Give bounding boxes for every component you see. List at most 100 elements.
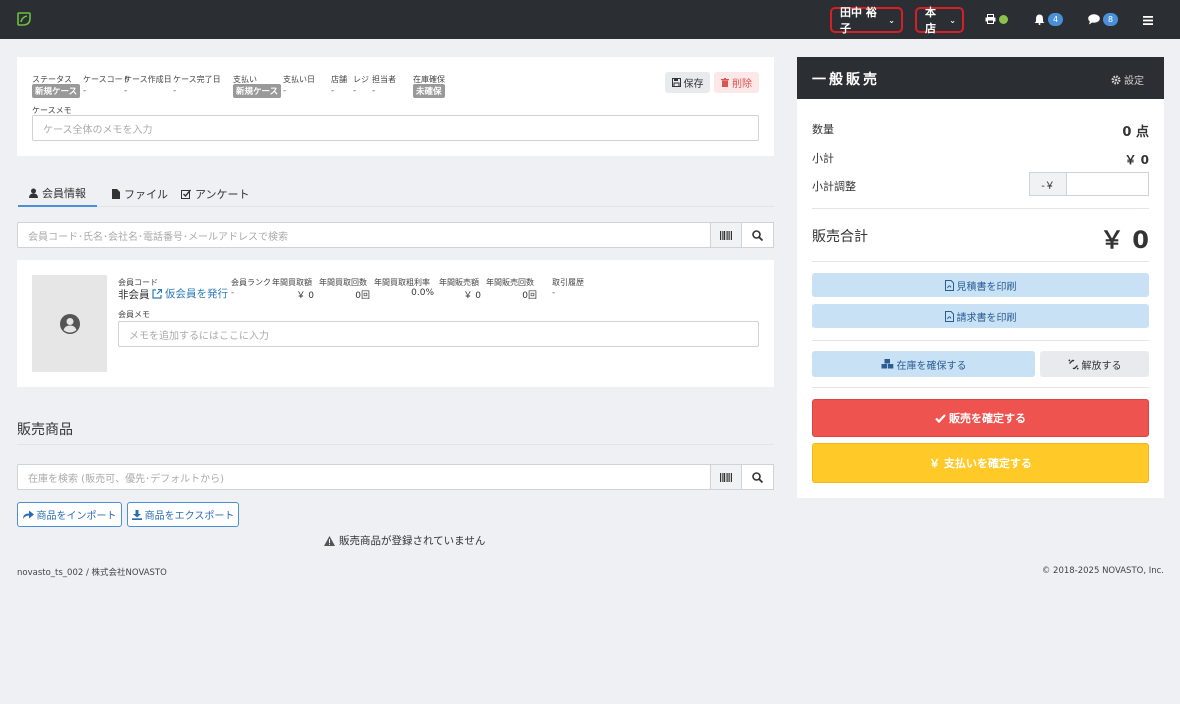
chevron-down-icon: ⌄ [949, 15, 956, 25]
user-menu-button[interactable]: 田中 裕子 ⌄ [830, 6, 903, 35]
barcode-scan-button[interactable] [710, 222, 742, 248]
sale-settings-button[interactable]: 設定 [1111, 72, 1144, 87]
messages-button[interactable]: 8 [1088, 11, 1119, 27]
notification-count-badge: 4 [1048, 12, 1064, 26]
case-memo-textarea[interactable]: ケース全体のメモを入力 [32, 115, 759, 141]
annual-purchase-margin-label: 年間買取粗利率 [374, 278, 430, 287]
sale-divider-4 [812, 387, 1149, 388]
user-circle-icon [59, 313, 80, 334]
reserve-stock-button[interactable]: 在庫を確保する [812, 351, 1035, 377]
footer-account: novasto_ts_002 / 株式会社NOVASTO [17, 568, 167, 578]
pdf-file-icon [944, 310, 954, 322]
member-code-value: 非会員 [118, 289, 150, 301]
product-search-button[interactable] [741, 464, 774, 490]
products-divider [17, 444, 774, 445]
sale-total-label: 販売合計 [812, 229, 868, 245]
sale-panel-title: 一般販売 [812, 72, 880, 88]
subtotal-adjust-input[interactable] [1066, 172, 1149, 196]
register-value: - [353, 86, 357, 96]
payment-date-value: - [283, 86, 287, 96]
file-icon [112, 189, 120, 199]
empty-products-message: 販売商品が登録されていません [324, 533, 485, 548]
gear-icon [1111, 75, 1121, 84]
hamburger-menu-icon[interactable] [1143, 15, 1153, 28]
product-barcode-button[interactable] [710, 464, 742, 490]
search-icon [752, 471, 763, 483]
share-arrow-icon [22, 510, 34, 519]
app-logo-icon[interactable] [16, 11, 32, 30]
member-avatar [32, 275, 107, 372]
member-memo-label: 会員メモ [118, 310, 150, 319]
unlink-icon [1067, 358, 1079, 370]
sale-divider-1 [812, 208, 1149, 209]
barcode-icon [720, 472, 732, 482]
member-search-input[interactable]: 会員コード･氏名･会社名･電話番号･メールアドレスで検索 [17, 222, 711, 248]
import-products-button[interactable]: 商品をインポート [17, 502, 122, 527]
products-heading: 販売商品 [17, 422, 73, 438]
staff-label: 担当者 [372, 75, 396, 84]
sale-total-value: ￥ 0 [1099, 226, 1149, 254]
annual-sales-value: ￥ 0 [463, 291, 481, 301]
member-search-button[interactable] [741, 222, 774, 248]
notifications-button[interactable]: 4 [1034, 11, 1064, 27]
payment-status-badge: 新規ケース [233, 84, 282, 98]
annual-sales-count-value: 0回 [522, 291, 537, 301]
store-menu-button[interactable]: 本店 ⌄ [915, 6, 964, 35]
issue-temp-member-link[interactable]: 仮会員を発行 [152, 286, 228, 301]
tab-files[interactable]: ファイル [112, 181, 168, 207]
printer-status-dot [999, 14, 1008, 24]
print-invoice-button[interactable]: 請求書を印刷 [812, 304, 1149, 328]
cubes-icon [881, 359, 893, 369]
save-icon [671, 78, 681, 87]
chevron-down-icon: ⌄ [888, 15, 895, 25]
tab-member-info[interactable]: 会員情報 [18, 181, 97, 207]
quantity-label: 数量 [812, 123, 834, 136]
subtotal-adjust-label: 小計調整 [812, 180, 856, 193]
printer-status-button[interactable] [985, 11, 1008, 27]
case-completed-value: - [173, 86, 177, 96]
member-rank-value: - [231, 288, 235, 298]
user-name: 田中 裕子 [840, 6, 877, 35]
annual-purchase-value: ￥ 0 [296, 291, 314, 301]
confirm-payment-button[interactable]: ￥ 支払いを確定する [812, 443, 1149, 483]
warning-icon [324, 535, 335, 546]
annual-sales-label: 年間販売額 [439, 278, 479, 287]
staff-value: - [372, 86, 376, 96]
history-label: 取引履歴 [552, 278, 584, 287]
case-card [17, 57, 774, 156]
member-rank-label: 会員ランク [231, 278, 271, 287]
pdf-file-icon [944, 279, 954, 291]
annual-purchase-label: 年間買取額 [272, 278, 312, 287]
external-link-icon [152, 288, 162, 299]
release-stock-button[interactable]: 解放する [1040, 351, 1149, 377]
download-icon [131, 509, 142, 520]
case-store-value: - [331, 86, 335, 96]
printer-icon [985, 14, 996, 24]
trash-icon [721, 78, 729, 87]
case-completed-label: ケース完了日 [173, 75, 221, 84]
delete-button[interactable]: 削除 [714, 72, 759, 93]
user-icon [29, 188, 38, 198]
search-icon [752, 229, 763, 241]
check-icon [935, 413, 946, 423]
annual-purchase-count-label: 年間買取回数 [319, 278, 367, 287]
case-code-value: - [83, 86, 87, 96]
member-memo-textarea[interactable]: メモを追加するにはここに入力 [118, 321, 759, 347]
checkbox-icon [181, 189, 191, 199]
print-estimate-button[interactable]: 見積書を印刷 [812, 273, 1149, 297]
status-badge: 新規ケース [32, 84, 81, 98]
case-created-label: ケース作成日 [124, 75, 172, 84]
subtotal-value: ￥ 0 [1124, 153, 1149, 167]
subtotal-label: 小計 [812, 152, 834, 165]
export-products-button[interactable]: 商品をエクスポート [127, 502, 239, 527]
annual-sales-count-label: 年間販売回数 [486, 278, 534, 287]
tab-survey[interactable]: アンケート [181, 181, 250, 207]
payment-date-label: 支払い日 [283, 75, 315, 84]
annual-purchase-margin-value: 0.0% [411, 288, 434, 298]
save-button[interactable]: 保存 [665, 72, 710, 93]
product-search-input[interactable]: 在庫を検索 (販売可、優先･デフォルトから) [17, 464, 711, 490]
register-label: レジ [353, 75, 369, 84]
bell-icon [1034, 14, 1045, 25]
sale-divider-3 [812, 340, 1149, 341]
confirm-sale-button[interactable]: 販売を確定する [812, 399, 1149, 437]
